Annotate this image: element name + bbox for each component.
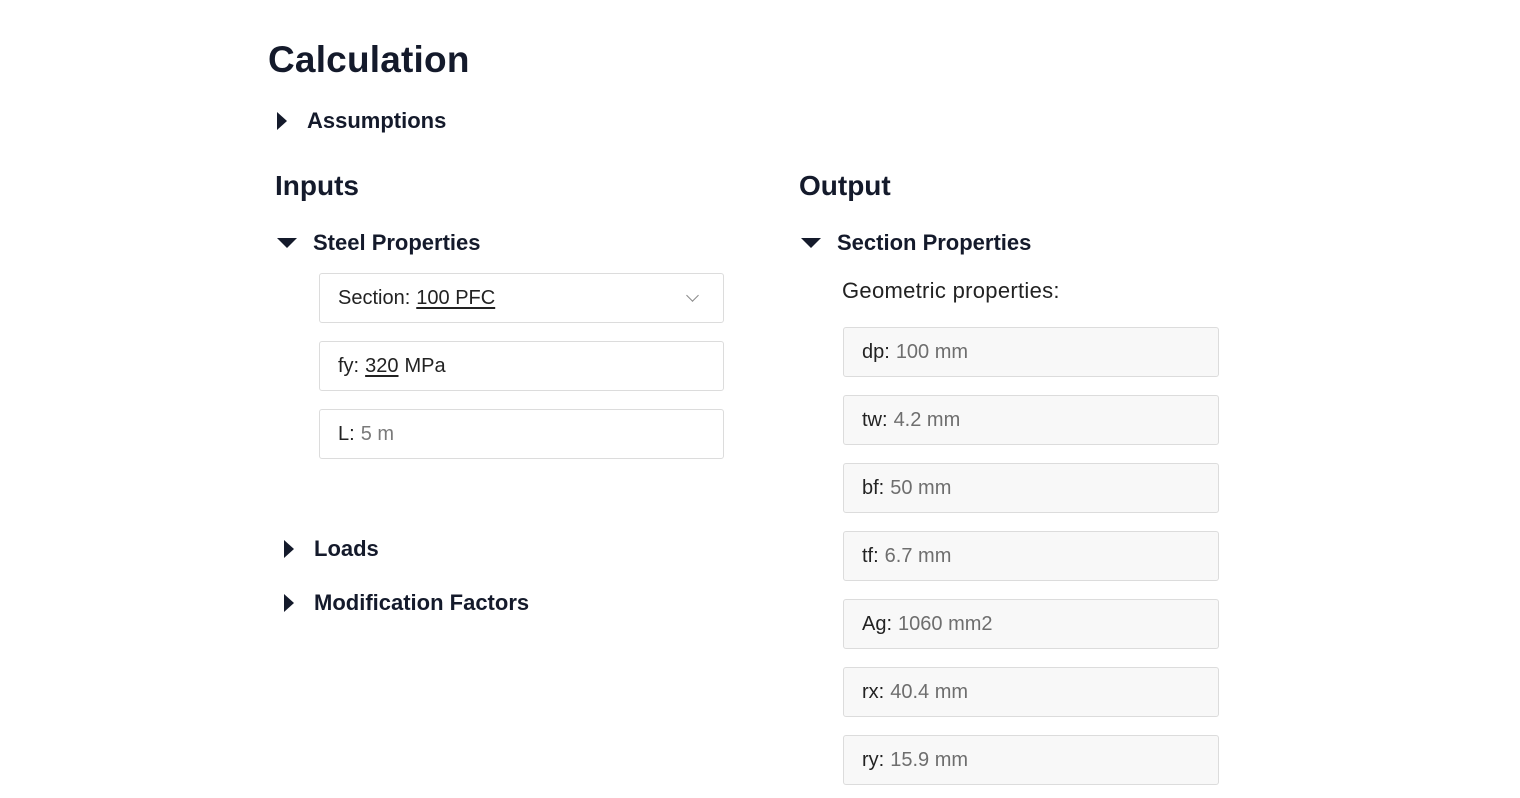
page-title: Calculation (268, 39, 470, 80)
output-heading: Output (799, 170, 891, 201)
section-properties-label: Section Properties (837, 230, 1032, 255)
prop-value: 100 mm (895, 340, 969, 363)
fy-label: fy: (338, 354, 360, 377)
output-prop-tf: tf: 6.7 mm (843, 531, 1219, 581)
fy-field[interactable]: fy: 320 MPa (319, 341, 724, 391)
fy-value[interactable]: 320 (365, 355, 398, 378)
prop-label: bf: (862, 476, 885, 499)
output-prop-ry: ry: 15.9 mm (843, 735, 1219, 785)
inputs-heading: Inputs (275, 170, 359, 201)
modification-factors-toggle[interactable]: Modification Factors (284, 589, 529, 617)
output-prop-tw: tw: 4.2 mm (843, 395, 1219, 445)
steel-properties-label: Steel Properties (313, 230, 481, 255)
output-prop-bf: bf: 50 mm (843, 463, 1219, 513)
output-prop-ag: Ag: 1060 mm2 (843, 599, 1219, 649)
loads-label: Loads (314, 536, 379, 561)
section-select[interactable]: Section: 100 PFC (319, 273, 724, 323)
triangle-down-icon (277, 238, 297, 248)
triangle-right-icon (284, 540, 294, 558)
geometric-properties-label: Geometric properties: (842, 278, 1060, 303)
assumptions-label: Assumptions (307, 108, 447, 133)
triangle-down-icon (801, 238, 821, 248)
steel-properties-toggle[interactable]: Steel Properties (277, 229, 481, 257)
fy-unit: MPa (404, 354, 446, 377)
modification-factors-label: Modification Factors (314, 590, 530, 615)
loads-toggle[interactable]: Loads (284, 535, 379, 563)
section-properties-toggle[interactable]: Section Properties (801, 229, 1031, 257)
triangle-right-icon (284, 594, 294, 612)
assumptions-toggle[interactable]: Assumptions (277, 107, 446, 135)
prop-label: rx: (862, 680, 885, 703)
prop-label: tw: (862, 408, 888, 431)
prop-label: tf: (862, 544, 879, 567)
length-value[interactable]: 5 m (361, 423, 394, 446)
chevron-down-icon[interactable] (686, 288, 699, 302)
prop-label: Ag: (862, 612, 893, 635)
prop-value: 50 mm (890, 476, 952, 499)
section-value[interactable]: 100 PFC (416, 287, 495, 310)
output-prop-rx: rx: 40.4 mm (843, 667, 1219, 717)
section-label: Section: (338, 286, 411, 309)
output-prop-dp: dp: 100 mm (843, 327, 1219, 377)
prop-value: 40.4 mm (890, 680, 969, 703)
prop-value: 4.2 mm (893, 408, 961, 431)
triangle-right-icon (277, 112, 287, 130)
prop-value: 1060 mm2 (898, 612, 993, 635)
prop-value: 15.9 mm (890, 748, 969, 771)
length-field[interactable]: L: 5 m (319, 409, 724, 459)
length-label: L: (338, 422, 355, 445)
prop-label: ry: (862, 748, 885, 771)
prop-label: dp: (862, 340, 890, 363)
prop-value: 6.7 mm (884, 544, 952, 567)
